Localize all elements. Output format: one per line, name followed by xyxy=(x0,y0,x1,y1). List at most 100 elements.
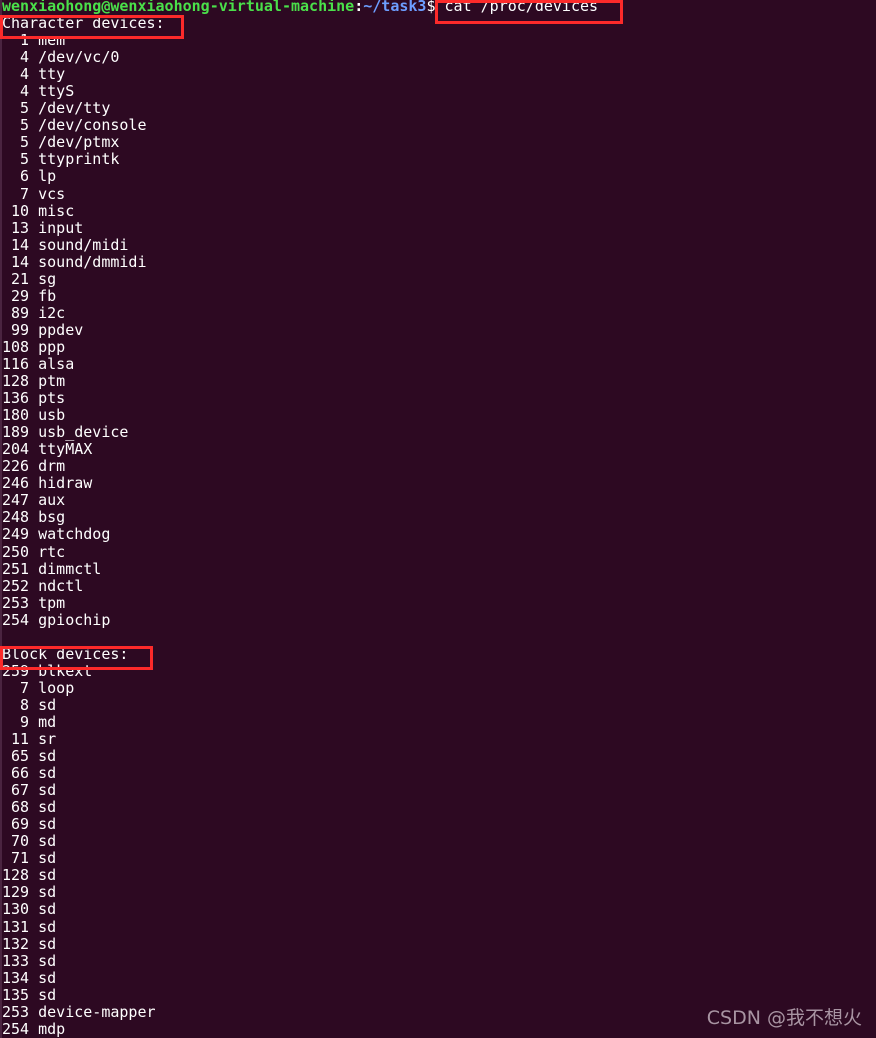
device-major-number: 254 xyxy=(2,610,30,629)
device-row: 135 sd xyxy=(0,986,876,1004)
device-major-number: 246 xyxy=(2,474,30,493)
device-name: sd xyxy=(29,747,57,766)
window-left-edge xyxy=(0,0,2,1038)
device-major-number: 252 xyxy=(2,576,30,595)
device-row: 10 misc xyxy=(0,202,876,220)
device-name: ttyMAX xyxy=(29,440,93,459)
device-major-number: 251 xyxy=(2,559,30,578)
device-major-number: 136 xyxy=(2,389,30,408)
prompt-separator: : xyxy=(354,0,364,15)
device-name: dimmctl xyxy=(29,559,102,578)
device-row: 5 /dev/console xyxy=(0,117,876,134)
device-name: loop xyxy=(29,678,75,697)
device-name: sd xyxy=(29,764,57,783)
device-name: /dev/console xyxy=(29,116,147,135)
device-row: 6 lp xyxy=(0,168,876,185)
section-header-text: Block devices: xyxy=(2,644,129,663)
device-name: sd xyxy=(29,849,57,868)
device-name: mdp xyxy=(29,1019,66,1038)
device-row: 133 sd xyxy=(0,951,876,970)
device-row: 68 sd xyxy=(0,799,876,816)
device-row: 250 rtc xyxy=(0,542,876,561)
device-major-number: 132 xyxy=(2,934,30,953)
device-major-number: 4 xyxy=(2,82,30,101)
device-name: fb xyxy=(29,286,57,305)
terminal-window[interactable]: wenxiaohong@wenxiaohong-virtual-machine:… xyxy=(0,0,876,1038)
device-row: 246 hidraw xyxy=(0,475,876,492)
device-name: tpm xyxy=(29,593,66,612)
device-name: ttyprintk xyxy=(29,150,120,169)
device-major-number: 14 xyxy=(2,252,30,271)
device-major-number: 9 xyxy=(2,712,30,731)
device-row: 14 sound/midi xyxy=(0,236,876,254)
device-row: 130 sd xyxy=(0,901,876,918)
device-row: 1 mem xyxy=(0,32,876,49)
device-row: 204 ttyMAX xyxy=(0,441,876,458)
device-row: 136 pts xyxy=(0,390,876,407)
device-name: device-mapper xyxy=(29,1002,156,1021)
device-row: 259 blkext xyxy=(0,662,876,680)
section-header: Character devices: xyxy=(0,15,876,32)
device-row: 8 sd xyxy=(0,696,876,714)
device-name: /dev/ptmx xyxy=(29,133,120,152)
device-name: alsa xyxy=(29,354,75,373)
device-major-number: 180 xyxy=(2,406,30,425)
device-major-number: 7 xyxy=(2,678,30,697)
device-row: 67 sd xyxy=(0,782,876,799)
device-row: 251 dimmctl xyxy=(0,559,876,578)
device-name: pts xyxy=(29,389,66,408)
device-row: 29 fb xyxy=(0,286,876,305)
device-major-number: 69 xyxy=(2,815,30,834)
terminal-screen[interactable]: wenxiaohong@wenxiaohong-virtual-machine:… xyxy=(0,0,876,1038)
device-major-number: 133 xyxy=(2,951,30,970)
device-row: 66 sd xyxy=(0,765,876,782)
device-row: 13 input xyxy=(0,218,876,237)
device-row: 247 aux xyxy=(0,492,876,509)
device-name: sd xyxy=(29,866,57,885)
device-major-number: 65 xyxy=(2,747,30,766)
device-major-number: 1 xyxy=(2,31,30,50)
device-name: md xyxy=(29,712,57,731)
device-row: 4 /dev/vc/0 xyxy=(0,49,876,66)
prompt-sigil: $ xyxy=(426,0,445,15)
device-name: mem xyxy=(29,31,66,50)
device-major-number: 5 xyxy=(2,133,30,152)
device-major-number: 68 xyxy=(2,798,30,817)
device-name: ppdev xyxy=(29,320,84,339)
device-major-number: 130 xyxy=(2,900,30,919)
device-name: sd xyxy=(29,883,57,902)
device-major-number: 29 xyxy=(2,286,30,305)
device-row: 7 loop xyxy=(0,678,876,697)
device-row: 108 ppp xyxy=(0,338,876,356)
device-major-number: 250 xyxy=(2,542,30,561)
device-name: sd xyxy=(29,798,57,817)
device-name: sd xyxy=(29,781,57,800)
device-row: 11 sr xyxy=(0,730,876,748)
device-major-number: 204 xyxy=(2,440,30,459)
device-name: input xyxy=(29,218,84,237)
device-row: 70 sd xyxy=(0,833,876,850)
device-major-number: 253 xyxy=(2,1002,30,1021)
device-name: watchdog xyxy=(29,525,111,544)
device-row: 249 watchdog xyxy=(0,526,876,543)
prompt-path: ~/task3 xyxy=(363,0,427,15)
device-major-number: 247 xyxy=(2,491,30,510)
device-name: usb_device xyxy=(29,423,129,442)
device-name: sd xyxy=(29,968,57,987)
device-row: 128 sd xyxy=(0,867,876,884)
device-major-number: 249 xyxy=(2,525,30,544)
device-major-number: 5 xyxy=(2,116,30,135)
device-row: 7 vcs xyxy=(0,185,876,203)
device-name: aux xyxy=(29,491,66,510)
device-row: 129 sd xyxy=(0,884,876,901)
device-row: 9 md xyxy=(0,712,876,731)
device-name: hidraw xyxy=(29,474,93,493)
csdn-watermark: CSDN @我不想火 xyxy=(706,1007,862,1029)
device-row: 4 tty xyxy=(0,66,876,83)
device-major-number: 253 xyxy=(2,593,30,612)
device-row: 89 i2c xyxy=(0,304,876,322)
device-major-number: 128 xyxy=(2,372,30,391)
device-major-number: 70 xyxy=(2,832,30,851)
device-major-number: 128 xyxy=(2,866,30,885)
